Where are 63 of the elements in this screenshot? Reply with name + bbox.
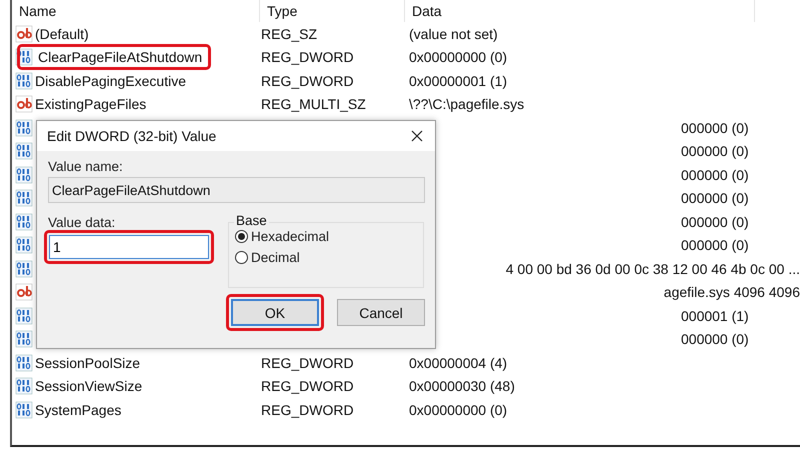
value-data: agefile.sys 4096 4096 <box>662 284 800 300</box>
value-name[interactable]: ExistingPageFiles <box>33 96 148 112</box>
value-type: REG_SZ <box>260 26 318 42</box>
value-data: 000000 (0) <box>680 143 749 160</box>
value-data: (value not set) <box>408 26 498 42</box>
ok-button[interactable]: OK <box>231 299 319 326</box>
binary-value-icon <box>15 118 33 137</box>
value-data: 000000 (0) <box>680 190 749 206</box>
dialog-title: Edit DWORD (32-bit) Value <box>47 128 216 144</box>
column-header[interactable]: Name <box>12 0 260 22</box>
value-data: 000001 (1) <box>680 308 749 324</box>
value-type: REG_DWORD <box>260 402 355 418</box>
close-icon[interactable] <box>411 130 423 142</box>
value-type: REG_MULTI_SZ <box>260 96 367 112</box>
value-name[interactable]: ClearPageFileAtShutdown <box>36 49 204 66</box>
binary-value-icon <box>15 212 33 231</box>
value-name-field[interactable]: ClearPageFileAtShutdown <box>48 177 425 203</box>
radio-button[interactable] <box>235 230 248 243</box>
value-data: 4 00 00 bd 36 0d 00 0c 38 12 00 46 4b 0c 00 ... <box>504 260 800 277</box>
string-value-icon <box>15 24 33 43</box>
column-header[interactable]: Type <box>260 0 405 22</box>
binary-value-icon <box>15 166 33 184</box>
binary-value-icon <box>15 142 33 160</box>
value-name[interactable]: SessionViewSize <box>33 378 144 394</box>
value-data: \??\C:\pagefile.sys <box>408 96 524 112</box>
binary-value-icon <box>15 306 33 325</box>
value-name-label: Value name: <box>48 159 124 174</box>
value-data-field[interactable]: 1 <box>49 235 209 259</box>
value-type: REG_DWORD <box>260 378 355 394</box>
string-value-icon <box>15 95 33 114</box>
value-name[interactable]: DisablePagingExecutive <box>33 72 188 89</box>
binary-value-icon <box>15 236 33 254</box>
radio-label[interactable]: Hexadecimal <box>251 229 330 244</box>
value-data-label: Value data: <box>48 215 116 230</box>
binary-value-icon <box>15 189 33 208</box>
value-type: REG_DWORD <box>260 72 355 89</box>
value-data: 0x00000000 (0) <box>408 402 508 418</box>
value-type: REG_DWORD <box>260 49 355 66</box>
radio-button[interactable] <box>235 251 248 264</box>
value-data: 000000 (0) <box>680 331 749 348</box>
binary-value-icon <box>15 377 33 396</box>
value-data: 000000 (0) <box>680 237 749 254</box>
value-name[interactable]: SessionPoolSize <box>33 354 142 371</box>
value-type: REG_DWORD <box>260 354 355 371</box>
value-data: 000000 (0) <box>680 120 749 136</box>
value-data: 0x00000030 (48) <box>408 378 515 394</box>
value-data: 0x00000001 (1) <box>408 72 508 89</box>
string-value-icon <box>15 283 33 302</box>
binary-value-icon <box>15 330 33 348</box>
binary-value-icon <box>15 260 33 278</box>
binary-value-icon <box>15 400 33 419</box>
radio-label[interactable]: Decimal <box>251 250 300 265</box>
binary-value-icon <box>15 72 33 90</box>
base-label: Base <box>234 213 269 228</box>
value-data: 0x00000000 (0) <box>408 49 508 66</box>
value-data: 0x00000004 (4) <box>408 354 508 371</box>
column-header[interactable]: Data <box>405 0 755 22</box>
binary-value-icon <box>15 354 33 372</box>
value-name[interactable]: (Default) <box>33 26 91 42</box>
cancel-button[interactable]: Cancel <box>337 299 425 326</box>
value-name[interactable]: SystemPages <box>33 402 124 418</box>
value-data: 000000 (0) <box>680 166 749 183</box>
value-data: 000000 (0) <box>680 214 749 230</box>
